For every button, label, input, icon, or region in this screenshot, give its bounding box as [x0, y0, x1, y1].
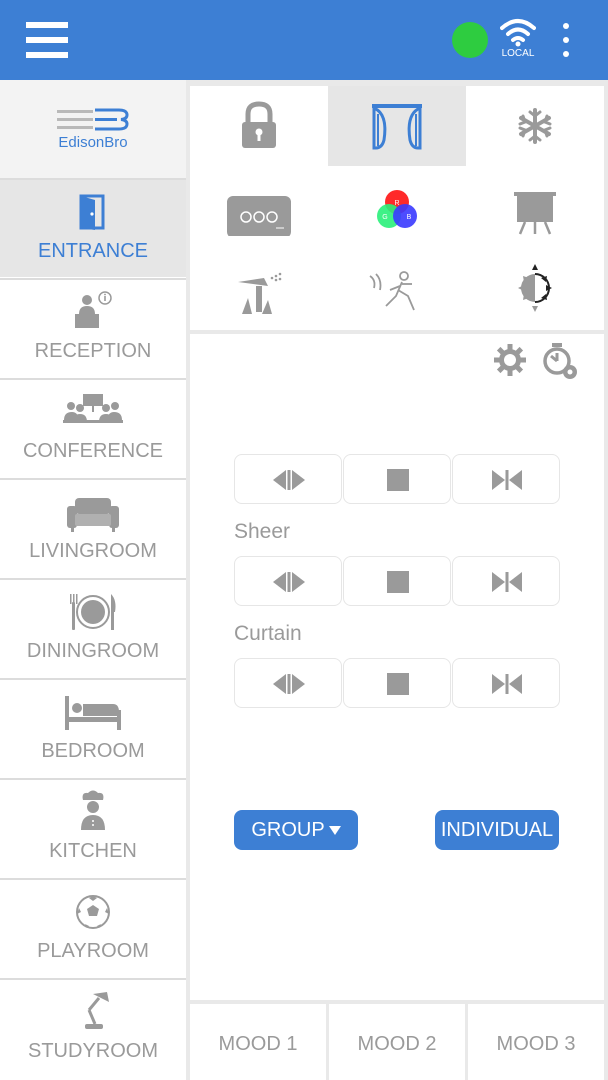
rgb-letter-b: B [407, 214, 412, 221]
sidebar-item-reception[interactable]: RECEPTION [0, 278, 186, 377]
individual-button[interactable]: INDIVIDUAL [435, 810, 559, 850]
close-button[interactable] [452, 454, 560, 504]
device-sprinkler[interactable] [190, 246, 328, 326]
sidebar-item-kitchen[interactable]: KITCHEN [0, 778, 186, 877]
chevron-down-icon [328, 826, 341, 836]
timer-icon [543, 343, 577, 379]
conference-icon [63, 394, 123, 423]
motion-sensor-icon [369, 271, 415, 311]
group-label: GROUP [251, 819, 325, 841]
device-curtain[interactable] [328, 86, 466, 166]
open-button[interactable] [234, 454, 342, 504]
row-label-sheer: Sheer [234, 520, 291, 543]
snowflake-icon [518, 108, 552, 144]
sidebar-item-conference[interactable]: CONFERENCE [0, 378, 186, 477]
close-arrows-icon [492, 572, 522, 592]
logo-text: EdisonBro [58, 134, 128, 151]
top-bar: LOCAL [0, 0, 608, 80]
edisonbro-logo-icon [57, 108, 129, 131]
wifi-status: LOCAL [496, 18, 540, 64]
row-label-curtain: Curtain [234, 622, 302, 645]
rgb-light-icon: R G B [377, 190, 417, 228]
device-panel: R G B [190, 86, 604, 330]
sidebar-item-label: CONFERENCE [22, 440, 163, 462]
sidebar-item-studyroom[interactable]: STUDYROOM [0, 978, 186, 1077]
device-dimmer[interactable] [466, 246, 604, 326]
open-arrows-icon [273, 674, 305, 694]
sidebar-item-label: KITCHEN [49, 840, 137, 862]
sidebar-item-label: DININGROOM [26, 640, 160, 662]
open-arrows-icon [273, 572, 305, 592]
sidebar-item-label: RECEPTION [34, 340, 152, 362]
curtain-control-area: Sheer Curtain GROUP INDIVIDUAL [190, 334, 604, 1000]
lock-icon [242, 101, 276, 148]
control-row-sheer [234, 556, 560, 606]
open-arrows-icon [273, 470, 305, 490]
mood-1-button[interactable]: MOOD 1 [190, 1004, 326, 1080]
device-rgb-light[interactable]: R G B [328, 166, 466, 246]
sidebar-item-label: PLAYROOM [37, 940, 149, 962]
stop-icon [387, 571, 409, 593]
rgb-letter-g: G [382, 214, 387, 221]
wifi-label: LOCAL [501, 48, 535, 59]
curtain-open-button[interactable] [234, 658, 342, 708]
more-options-icon[interactable] [556, 20, 576, 60]
timer-button[interactable] [540, 342, 577, 379]
rgb-letter-r: R [394, 200, 399, 207]
reception-icon [75, 291, 112, 328]
connection-status-dot [452, 22, 488, 58]
device-motion-sensor[interactable] [328, 246, 466, 326]
stop-icon [387, 469, 409, 491]
sheer-close-button[interactable] [452, 556, 560, 606]
chef-icon [81, 790, 105, 830]
sheer-stop-button[interactable] [343, 556, 451, 606]
close-arrows-icon [492, 470, 522, 490]
sidebar-item-label: ENTRANCE [37, 240, 148, 262]
switch-panel-icon [227, 196, 291, 236]
logo: EdisonBro [0, 80, 186, 178]
group-dropdown[interactable]: GROUP [234, 810, 358, 850]
door-icon [79, 194, 105, 230]
sidebar-item-playroom[interactable]: PLAYROOM [0, 878, 186, 977]
dining-icon [70, 594, 116, 630]
control-row-all [234, 454, 560, 504]
control-row-curtain [234, 658, 560, 708]
curtain-close-button[interactable] [452, 658, 560, 708]
close-arrows-icon [492, 674, 522, 694]
sheer-open-button[interactable] [234, 556, 342, 606]
mood-3-button[interactable]: MOOD 3 [468, 1004, 604, 1080]
device-lock[interactable] [190, 86, 328, 166]
projector-screen-icon [514, 192, 556, 235]
stop-icon [387, 673, 409, 695]
desk-lamp-icon [85, 992, 109, 1029]
stop-button[interactable] [343, 454, 451, 504]
curtain-stop-button[interactable] [343, 658, 451, 708]
gear-icon [494, 344, 526, 376]
device-air-conditioner[interactable] [466, 86, 604, 166]
sidebar-item-livingroom[interactable]: LIVINGROOM [0, 478, 186, 577]
sidebar-item-label: STUDYROOM [28, 1040, 158, 1062]
settings-button[interactable] [492, 342, 528, 378]
curtain-icon [372, 104, 422, 150]
room-sidebar: EdisonBro ENTRANCE RECEPTION CONFERENCE … [0, 80, 186, 1080]
device-projector-screen[interactable] [466, 166, 604, 246]
mood-2-button[interactable]: MOOD 2 [329, 1004, 465, 1080]
menu-icon[interactable] [26, 22, 68, 58]
sidebar-item-bedroom[interactable]: BEDROOM [0, 678, 186, 777]
sidebar-item-label: LIVINGROOM [29, 540, 157, 562]
bed-icon [65, 696, 121, 730]
sofa-icon [67, 498, 119, 532]
sprinkler-icon [238, 272, 282, 314]
wifi-icon [500, 19, 536, 47]
device-switch-panel[interactable] [190, 166, 328, 246]
soccer-ball-icon [76, 895, 110, 929]
dimmer-icon [518, 264, 552, 312]
sidebar-item-diningroom[interactable]: DININGROOM [0, 578, 186, 677]
sidebar-item-label: BEDROOM [41, 740, 145, 762]
sidebar-item-entrance[interactable]: ENTRANCE [0, 178, 186, 277]
